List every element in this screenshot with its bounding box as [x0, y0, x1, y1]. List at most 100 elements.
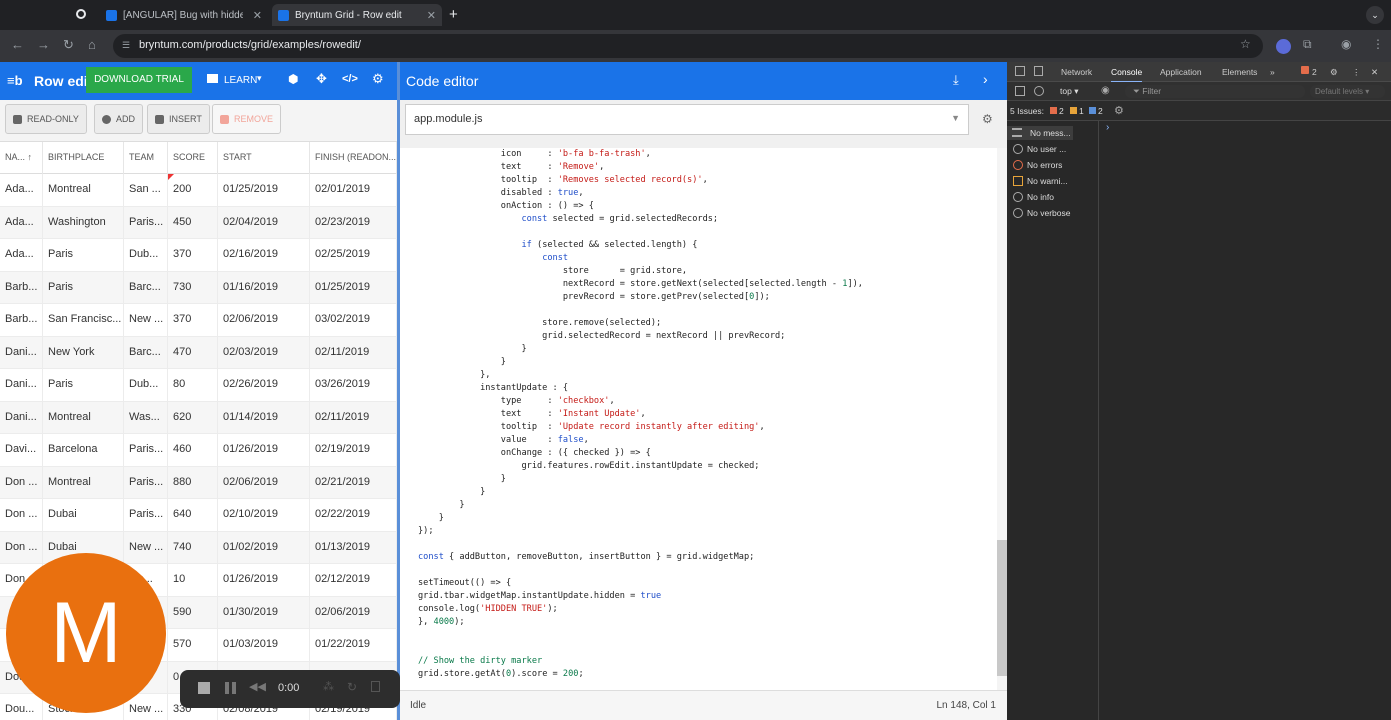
table-row[interactable]: Don ... Dubai Paris... 640 02/10/2019 02/22/2…: [0, 499, 397, 532]
table-cell[interactable]: Dubai: [43, 499, 124, 531]
table-cell[interactable]: Montreal: [43, 466, 124, 499]
table-cell[interactable]: 02/06/2019: [310, 596, 397, 629]
table-cell[interactable]: 590: [168, 596, 218, 629]
table-cell[interactable]: Dani...: [0, 401, 43, 434]
table-cell[interactable]: 01/14/2019: [218, 401, 310, 434]
table-cell[interactable]: Don ...: [0, 499, 43, 531]
tab-elements[interactable]: Elements: [1222, 67, 1257, 77]
clear-console-icon[interactable]: [1034, 86, 1044, 96]
table-cell[interactable]: New ...: [124, 304, 168, 336]
remove-button[interactable]: REMOVE: [212, 104, 282, 134]
table-cell[interactable]: Dani...: [0, 336, 43, 369]
home-icon[interactable]: ⌂: [88, 37, 96, 52]
table-cell[interactable]: Paris: [43, 369, 124, 401]
table-cell[interactable]: 02/11/2019: [310, 336, 397, 369]
console-filter-input[interactable]: ⏷ Filter: [1125, 85, 1305, 98]
table-row[interactable]: Barb... Paris Barc... 730 01/16/2019 01/25/20…: [0, 271, 397, 304]
table-cell[interactable]: 01/13/2019: [310, 531, 397, 564]
table-cell[interactable]: Dou...: [0, 694, 43, 720]
table-cell[interactable]: New York: [43, 336, 124, 369]
table-cell[interactable]: 02/25/2019: [310, 239, 397, 271]
table-row[interactable]: Ada... Washington Paris... 450 02/04/2019 02/…: [0, 206, 397, 239]
table-cell[interactable]: 02/21/2019: [310, 466, 397, 499]
table-cell[interactable]: 02/22/2019: [310, 499, 397, 531]
table-cell[interactable]: 02/04/2019: [218, 206, 310, 239]
back-icon[interactable]: ←: [11, 37, 24, 52]
table-cell[interactable]: Barb...: [0, 271, 43, 304]
issues-badge-icon[interactable]: [1301, 66, 1309, 74]
log-levels-select[interactable]: Default levels ▾: [1310, 85, 1385, 98]
collapse-chevron-icon[interactable]: ›: [983, 71, 988, 87]
table-cell[interactable]: 01/25/2019: [218, 174, 310, 206]
scrollbar-thumb[interactable]: [997, 540, 1007, 676]
profile-icon[interactable]: ◉: [1341, 37, 1351, 51]
sidebar-warnings[interactable]: No warni...: [1013, 174, 1068, 188]
table-cell[interactable]: 02/03/2019: [218, 336, 310, 369]
table-cell[interactable]: Paris: [43, 271, 124, 304]
table-cell[interactable]: 470: [168, 336, 218, 369]
eye-icon[interactable]: ◉: [1101, 85, 1110, 96]
table-row[interactable]: Ada... Paris Dub... 370 02/16/2019 02/25/2019: [0, 239, 397, 272]
close-tab-icon[interactable]: ✕: [427, 9, 436, 22]
table-cell[interactable]: 620: [168, 401, 218, 434]
table-cell[interactable]: 01/25/2019: [310, 271, 397, 304]
grid-icon[interactable]: ⁂: [323, 680, 334, 693]
table-cell[interactable]: 200: [168, 174, 218, 206]
table-cell[interactable]: Washington: [43, 206, 124, 239]
table-cell[interactable]: 10: [168, 564, 218, 596]
table-cell[interactable]: Was...: [124, 401, 168, 434]
table-cell[interactable]: 02/19/2019: [310, 434, 397, 466]
editor-settings-gear-icon[interactable]: ⚙: [982, 112, 993, 126]
browser-tab-1[interactable]: [ANGULAR] Bug with hidden ✕: [100, 4, 268, 26]
code-area[interactable]: icon : 'b-fa b-fa-trash', text : 'Remove…: [400, 148, 997, 690]
close-devtools-icon[interactable]: ✕: [1371, 67, 1378, 78]
table-cell[interactable]: 01/16/2019: [218, 271, 310, 304]
table-cell[interactable]: 01/02/2019: [218, 531, 310, 564]
table-cell[interactable]: Paris...: [124, 434, 168, 466]
tab-menu-icon[interactable]: ⌄: [1366, 6, 1384, 24]
table-cell[interactable]: 02/23/2019: [310, 206, 397, 239]
table-cell[interactable]: Paris...: [124, 206, 168, 239]
table-cell[interactable]: San Francisc...: [43, 304, 124, 336]
table-row[interactable]: Davi... Barcelona Paris... 460 01/26/2019 02/…: [0, 434, 397, 467]
browser-tab-2[interactable]: Bryntum Grid - Row edit ✕: [272, 4, 442, 26]
table-cell[interactable]: 880: [168, 466, 218, 499]
code-scrollbar[interactable]: [997, 148, 1007, 690]
table-cell[interactable]: Barc...: [124, 336, 168, 369]
column-header-score[interactable]: SCORE: [168, 142, 218, 174]
new-tab-icon[interactable]: +: [449, 6, 458, 23]
table-cell[interactable]: New ...: [124, 531, 168, 564]
table-cell[interactable]: Ada...: [0, 174, 43, 206]
table-cell[interactable]: 02/12/2019: [310, 564, 397, 596]
close-tab-icon[interactable]: ✕: [253, 9, 262, 22]
add-button[interactable]: ADD: [94, 104, 144, 134]
column-header-name[interactable]: NA... ↑: [0, 142, 43, 174]
column-header-birthplace[interactable]: BIRTHPLACE: [43, 142, 124, 174]
table-cell[interactable]: 01/22/2019: [310, 629, 397, 661]
read-only-button[interactable]: READ-ONLY: [5, 104, 87, 134]
table-cell[interactable]: 01/26/2019: [218, 564, 310, 596]
table-cell[interactable]: 01/30/2019: [218, 596, 310, 629]
fullscreen-icon[interactable]: ✥: [316, 71, 327, 87]
table-cell[interactable]: Barc...: [124, 271, 168, 304]
browser-menu-icon[interactable]: ⋮: [1372, 37, 1384, 51]
sidebar-user-messages[interactable]: No user ...: [1013, 142, 1066, 156]
table-cell[interactable]: Barcelona: [43, 434, 124, 466]
console-settings-gear-icon[interactable]: ⚙: [1114, 104, 1124, 117]
table-cell[interactable]: Ada...: [0, 239, 43, 271]
tab-console[interactable]: Console: [1111, 67, 1143, 83]
table-cell[interactable]: Montreal: [43, 401, 124, 434]
settings-gear-icon[interactable]: ⚙: [372, 71, 384, 87]
table-cell[interactable]: 740: [168, 531, 218, 564]
forward-icon[interactable]: →: [37, 37, 50, 52]
table-row[interactable]: Don ... Montreal Paris... 880 02/06/2019 02/2…: [0, 466, 397, 499]
pause-icon[interactable]: [225, 682, 229, 694]
table-cell[interactable]: Dub...: [124, 369, 168, 401]
table-cell[interactable]: 02/26/2019: [218, 369, 310, 401]
table-row[interactable]: Dani... Paris Dub... 80 02/26/2019 03/26/2019: [0, 369, 397, 402]
extensions-icon[interactable]: ⧉: [1303, 37, 1312, 52]
table-cell[interactable]: 370: [168, 304, 218, 336]
sidebar-messages[interactable]: No mess...: [1007, 126, 1073, 140]
code-icon[interactable]: </>: [342, 73, 358, 85]
error-issues-count[interactable]: 2: [1059, 106, 1064, 116]
